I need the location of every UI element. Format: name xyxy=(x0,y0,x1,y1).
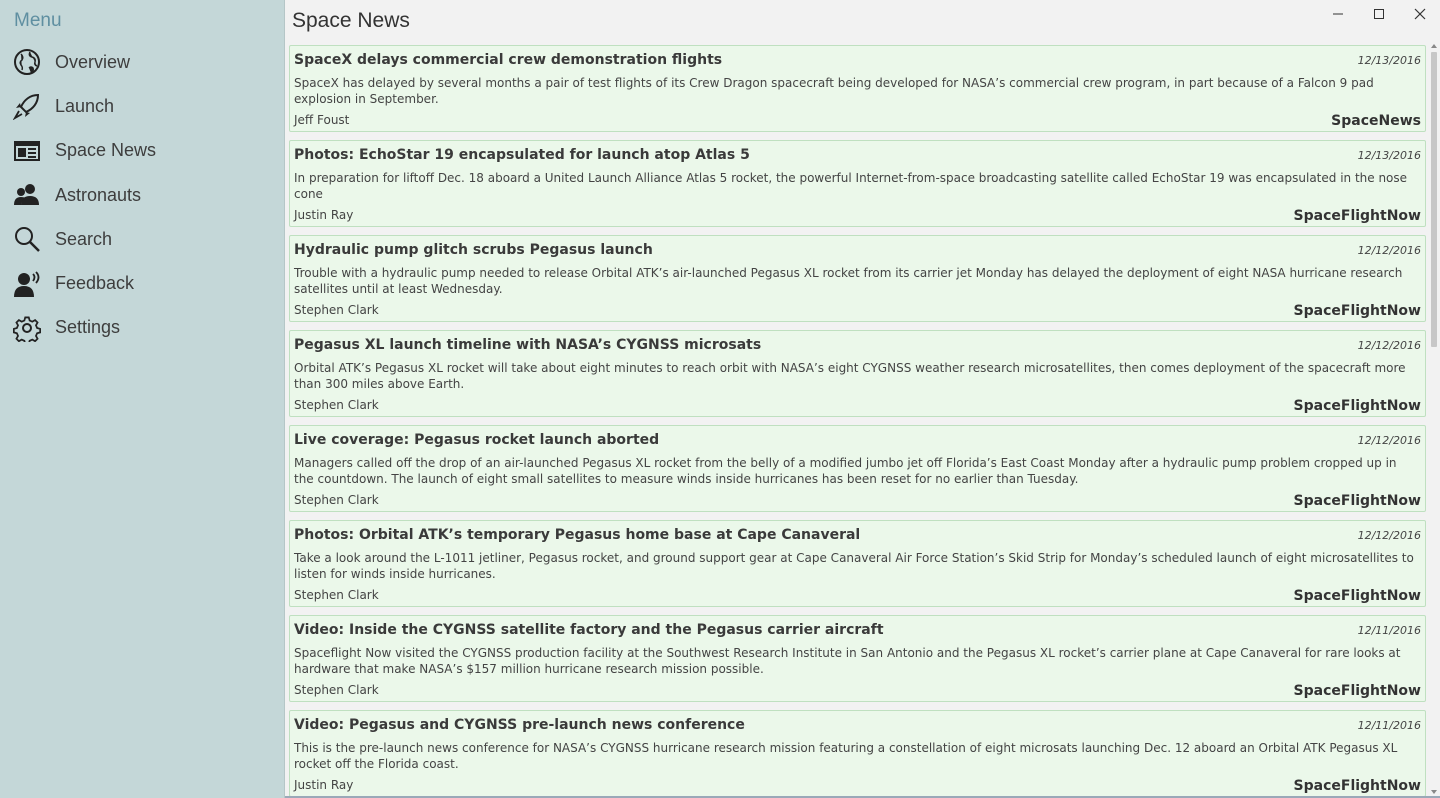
news-feed[interactable]: SpaceX delays commercial crew demonstrat… xyxy=(288,45,1428,796)
article-date: 12/12/2016 xyxy=(1357,244,1421,257)
news-card[interactable]: Photos: EchoStar 19 encapsulated for lau… xyxy=(289,140,1426,227)
article-title[interactable]: Live coverage: Pegasus rocket launch abo… xyxy=(294,432,659,448)
scroll-down-icon[interactable] xyxy=(1430,788,1438,796)
article-author: Jeff Foust xyxy=(294,113,350,127)
sidebar-item-feedback[interactable]: Feedback xyxy=(0,261,285,305)
sidebar-item-label: Astronauts xyxy=(55,184,142,205)
sidebar-item-space-news[interactable]: Space News xyxy=(0,129,285,173)
rocket-icon xyxy=(12,91,42,121)
article-source: SpaceNews xyxy=(1331,113,1421,129)
article-summary: Take a look around the L-1011 jetliner, … xyxy=(294,551,1414,581)
window-controls xyxy=(1317,0,1440,30)
people-icon xyxy=(12,180,42,210)
maximize-icon xyxy=(1373,9,1384,19)
article-title[interactable]: SpaceX delays commercial crew demonstrat… xyxy=(294,52,722,68)
article-author: Stephen Clark xyxy=(294,683,379,697)
article-summary: In preparation for liftoff Dec. 18 aboar… xyxy=(294,171,1408,201)
sidebar-item-label: Search xyxy=(55,228,113,249)
article-title[interactable]: Photos: EchoStar 19 encapsulated for lau… xyxy=(294,147,750,163)
article-author: Justin Ray xyxy=(294,208,354,222)
article-author: Stephen Clark xyxy=(294,398,379,412)
article-summary: Orbital ATK’s Pegasus XL rocket will tak… xyxy=(294,361,1406,391)
minimize-icon xyxy=(1332,13,1343,15)
article-date: 12/13/2016 xyxy=(1357,54,1421,67)
article-title[interactable]: Photos: Orbital ATK’s temporary Pegasus … xyxy=(294,527,860,543)
news-card[interactable]: Video: Inside the CYGNSS satellite facto… xyxy=(289,615,1426,702)
article-summary: SpaceX has delayed by several months a p… xyxy=(294,76,1374,106)
article-source: SpaceFlightNow xyxy=(1293,778,1421,794)
vertical-scrollbar[interactable] xyxy=(1428,42,1440,796)
sidebar-item-label: Space News xyxy=(55,140,157,161)
article-title[interactable]: Video: Inside the CYGNSS satellite facto… xyxy=(294,622,884,638)
menu-title[interactable]: Menu xyxy=(14,10,62,32)
close-icon xyxy=(1414,8,1425,20)
close-button[interactable] xyxy=(1399,0,1440,28)
sidebar-item-label: Launch xyxy=(55,95,115,116)
page-title: Space News xyxy=(292,9,410,32)
article-source: SpaceFlightNow xyxy=(1293,683,1421,699)
feedback-icon xyxy=(12,269,42,299)
news-card[interactable]: Pegasus XL launch timeline with NASA’s C… xyxy=(289,330,1426,417)
article-author: Justin Ray xyxy=(294,778,354,792)
sidebar: Menu Overview Launch Space News Astronau… xyxy=(0,0,285,798)
article-date: 12/11/2016 xyxy=(1357,624,1421,637)
sidebar-item-astronauts[interactable]: Astronauts xyxy=(0,173,285,217)
sidebar-item-label: Feedback xyxy=(55,273,135,294)
article-summary: Managers called off the drop of an air-l… xyxy=(294,456,1397,486)
news-card[interactable]: SpaceX delays commercial crew demonstrat… xyxy=(289,45,1426,132)
article-date: 12/12/2016 xyxy=(1357,434,1421,447)
article-date: 12/12/2016 xyxy=(1357,339,1421,352)
article-summary: Trouble with a hydraulic pump needed to … xyxy=(294,266,1403,296)
article-date: 12/13/2016 xyxy=(1357,149,1421,162)
article-source: SpaceFlightNow xyxy=(1293,588,1421,604)
gear-icon xyxy=(12,313,42,343)
nav-menu: Overview Launch Space News Astronauts Se… xyxy=(0,40,285,350)
maximize-button[interactable] xyxy=(1358,0,1399,28)
main-content: Space News SpaceX delays commercial crew… xyxy=(285,0,1440,798)
article-title[interactable]: Hydraulic pump glitch scrubs Pegasus lau… xyxy=(294,242,653,258)
news-card[interactable]: Live coverage: Pegasus rocket launch abo… xyxy=(289,425,1426,512)
news-card[interactable]: Hydraulic pump glitch scrubs Pegasus lau… xyxy=(289,235,1426,322)
sidebar-item-launch[interactable]: Launch xyxy=(0,84,285,128)
article-title[interactable]: Video: Pegasus and CYGNSS pre-launch new… xyxy=(294,717,745,733)
article-title[interactable]: Pegasus XL launch timeline with NASA’s C… xyxy=(294,337,761,353)
sidebar-item-label: Settings xyxy=(55,317,121,338)
globe-icon xyxy=(12,47,42,77)
news-icon xyxy=(12,136,42,166)
article-source: SpaceFlightNow xyxy=(1293,493,1421,509)
article-author: Stephen Clark xyxy=(294,588,379,602)
article-date: 12/11/2016 xyxy=(1357,719,1421,732)
sidebar-item-settings[interactable]: Settings xyxy=(0,306,285,350)
article-source: SpaceFlightNow xyxy=(1293,398,1421,414)
search-icon xyxy=(12,224,42,254)
article-summary: This is the pre-launch news conference f… xyxy=(294,741,1398,771)
article-author: Stephen Clark xyxy=(294,493,379,507)
sidebar-item-search[interactable]: Search xyxy=(0,217,285,261)
article-author: Stephen Clark xyxy=(294,303,379,317)
article-source: SpaceFlightNow xyxy=(1293,208,1421,224)
news-card[interactable]: Video: Pegasus and CYGNSS pre-launch new… xyxy=(289,710,1426,796)
minimize-button[interactable] xyxy=(1317,0,1358,28)
news-card[interactable]: Photos: Orbital ATK’s temporary Pegasus … xyxy=(289,520,1426,607)
sidebar-item-label: Overview xyxy=(55,51,131,72)
article-date: 12/12/2016 xyxy=(1357,529,1421,542)
scroll-thumb[interactable] xyxy=(1431,52,1437,347)
article-source: SpaceFlightNow xyxy=(1293,303,1421,319)
article-summary: Spaceflight Now visited the CYGNSS produ… xyxy=(294,646,1401,676)
scroll-up-icon[interactable] xyxy=(1430,42,1438,50)
sidebar-item-overview[interactable]: Overview xyxy=(0,40,285,84)
